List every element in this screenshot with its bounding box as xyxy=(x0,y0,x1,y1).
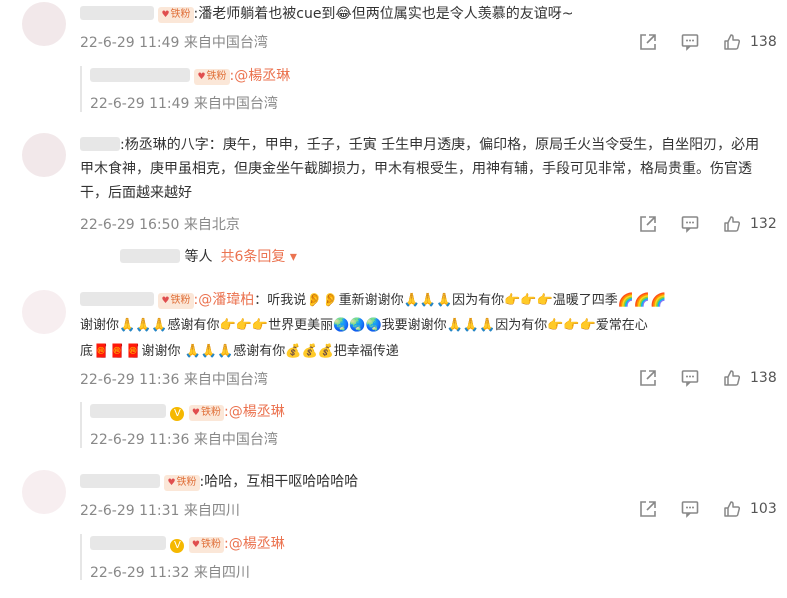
blurred-username[interactable] xyxy=(80,292,154,306)
fan-heart-icon: ♥ xyxy=(161,10,170,20)
comment-time: 22-6-29 11:31 xyxy=(80,503,180,519)
reply-source: 来自中国台湾 xyxy=(193,96,278,112)
fan-heart-icon: ♥ xyxy=(167,478,176,488)
reply-time: 22-6-29 11:49 xyxy=(90,96,190,112)
comment-time: 22-6-29 11:49 xyxy=(80,35,180,51)
share-icon[interactable] xyxy=(638,499,658,519)
verified-badge-icon: V xyxy=(170,539,185,553)
thumbs-up-icon[interactable] xyxy=(722,214,742,234)
reply-divider xyxy=(80,534,82,580)
comment-icon[interactable] xyxy=(680,32,700,52)
like-count: 138 xyxy=(750,34,777,50)
mention-link[interactable]: :@潘瑋柏 xyxy=(194,292,255,308)
fan-badge[interactable]: ♥ 铁粉 xyxy=(188,537,224,553)
blurred-username[interactable] xyxy=(90,404,166,418)
comment-4-actions: 103 xyxy=(638,499,777,519)
comment-2-actions: 132 xyxy=(638,214,777,234)
like-count: 138 xyxy=(750,370,777,386)
comment-time: 22-6-29 16:50 xyxy=(80,217,180,233)
comment-3-text-line-3: 底🧧🧧🧧谢谢你 🙏🙏🙏感谢有你💰💰💰把幸福传递 xyxy=(80,344,399,359)
share-icon[interactable] xyxy=(638,214,658,234)
fan-badge[interactable]: ♥ 铁粉 xyxy=(194,69,230,85)
fan-heart-icon: ♥ xyxy=(191,540,200,550)
fan-badge[interactable]: ♥ 铁粉 xyxy=(158,7,194,23)
avatar[interactable] xyxy=(22,2,66,46)
comment-1-reply-meta: 22-6-29 11:49 来自中国台湾 xyxy=(90,93,278,113)
mention-link[interactable]: :@楊丞琳 xyxy=(224,404,285,420)
fan-badge[interactable]: ♥ 铁粉 xyxy=(164,475,200,491)
comment-source: 来自四川 xyxy=(183,503,240,519)
comment-source: 来自中国台湾 xyxy=(183,35,268,51)
comment-3-reply-line: V ♥ 铁粉:@楊丞琳 xyxy=(90,402,285,422)
reply-source: 来自四川 xyxy=(193,565,250,581)
blurred-username[interactable] xyxy=(90,68,190,82)
comment-4-meta: 22-6-29 11:31 来自四川 xyxy=(80,500,240,520)
fan-badge[interactable]: ♥ 铁粉 xyxy=(158,293,194,309)
share-icon[interactable] xyxy=(638,368,658,388)
reply-source: 来自中国台湾 xyxy=(193,432,278,448)
reply-time: 22-6-29 11:36 xyxy=(90,432,190,448)
comment-source: 来自北京 xyxy=(183,217,240,233)
replies-who: 等人 xyxy=(184,249,213,265)
reply-divider xyxy=(80,66,82,112)
comment-text: :杨丞琳的八字：庚午，甲申，壬子，壬寅 壬生申月透庚，偏印格，原局壬火当令受生，… xyxy=(80,137,760,201)
comment-3-text-line-1: ♥ 铁粉:@潘瑋柏：听我说👂👂重新谢谢你🙏🙏🙏因为有你👉👉👉温暖了四季🌈🌈🌈 xyxy=(80,290,666,311)
fan-heart-icon: ♥ xyxy=(161,296,170,306)
comment-3-reply-meta: 22-6-29 11:36 来自中国台湾 xyxy=(90,429,278,449)
comment-1-actions: 138 xyxy=(638,32,777,52)
more-replies: 等人 共6条回复 ▾ xyxy=(120,247,297,267)
mention-link[interactable]: :@楊丞琳 xyxy=(230,68,291,84)
avatar[interactable] xyxy=(22,133,66,177)
comment-icon[interactable] xyxy=(680,368,700,388)
avatar[interactable] xyxy=(22,470,66,514)
comment-1-reply-line: ♥ 铁粉:@楊丞琳 xyxy=(90,66,290,86)
thumbs-up-icon[interactable] xyxy=(722,32,742,52)
comment-icon[interactable] xyxy=(680,499,700,519)
comment-text: :潘老师躺着也被cue到😂但两位属实也是令人羡慕的友谊呀~ xyxy=(193,6,574,22)
comment-4-reply-line: V ♥ 铁粉:@楊丞琳 xyxy=(90,534,285,554)
blurred-username[interactable] xyxy=(90,536,166,550)
view-replies-link[interactable]: 共6条回复 ▾ xyxy=(220,249,296,265)
comment-3-actions: 138 xyxy=(638,368,777,388)
comment-text: :哈哈，互相干呕哈哈哈哈 xyxy=(199,474,359,490)
comment-time: 22-6-29 11:36 xyxy=(80,372,180,388)
thumbs-up-icon[interactable] xyxy=(722,368,742,388)
share-icon[interactable] xyxy=(638,32,658,52)
comment-4-reply-meta: 22-6-29 11:32 来自四川 xyxy=(90,562,250,582)
reply-time: 22-6-29 11:32 xyxy=(90,565,190,581)
blurred-username[interactable] xyxy=(80,137,120,151)
comment-text: ：听我说👂👂重新谢谢你🙏🙏🙏因为有你👉👉👉温暖了四季🌈🌈🌈 xyxy=(254,293,667,308)
comment-3-meta: 22-6-29 11:36 来自中国台湾 xyxy=(80,369,268,389)
comment-1-text-line: ♥ 铁粉:潘老师躺着也被cue到😂但两位属实也是令人羡慕的友谊呀~ xyxy=(80,4,574,24)
caret-down-icon: ▾ xyxy=(289,249,297,265)
like-count: 103 xyxy=(750,501,777,517)
fan-heart-icon: ♥ xyxy=(197,72,206,82)
comment-source: 来自中国台湾 xyxy=(183,372,268,388)
avatar[interactable] xyxy=(22,290,66,334)
like-count: 132 xyxy=(750,216,777,232)
thumbs-up-icon[interactable] xyxy=(722,499,742,519)
verified-badge-icon: V xyxy=(170,407,185,421)
comment-2-text: :杨丞琳的八字：庚午，甲申，壬子，壬寅 壬生申月透庚，偏印格，原局壬火当令受生，… xyxy=(80,133,772,205)
blurred-username[interactable] xyxy=(80,474,160,488)
blurred-username[interactable] xyxy=(120,249,180,263)
comment-2-meta: 22-6-29 16:50 来自北京 xyxy=(80,214,240,234)
blurred-username[interactable] xyxy=(80,6,154,20)
fan-heart-icon: ♥ xyxy=(191,408,200,418)
comment-4-text-line: ♥ 铁粉:哈哈，互相干呕哈哈哈哈 xyxy=(80,472,358,492)
reply-divider xyxy=(80,402,82,448)
comment-1-meta: 22-6-29 11:49 来自中国台湾 xyxy=(80,32,268,52)
comment-3-text-line-2: 谢谢你🙏🙏🙏感谢有你👉👉👉世界更美丽🌏🌏🌏我要谢谢你🙏🙏🙏因为有你👉👉👉爱常在心 xyxy=(80,318,648,333)
mention-link[interactable]: :@楊丞琳 xyxy=(224,536,285,552)
comment-icon[interactable] xyxy=(680,214,700,234)
fan-badge[interactable]: ♥ 铁粉 xyxy=(188,405,224,421)
